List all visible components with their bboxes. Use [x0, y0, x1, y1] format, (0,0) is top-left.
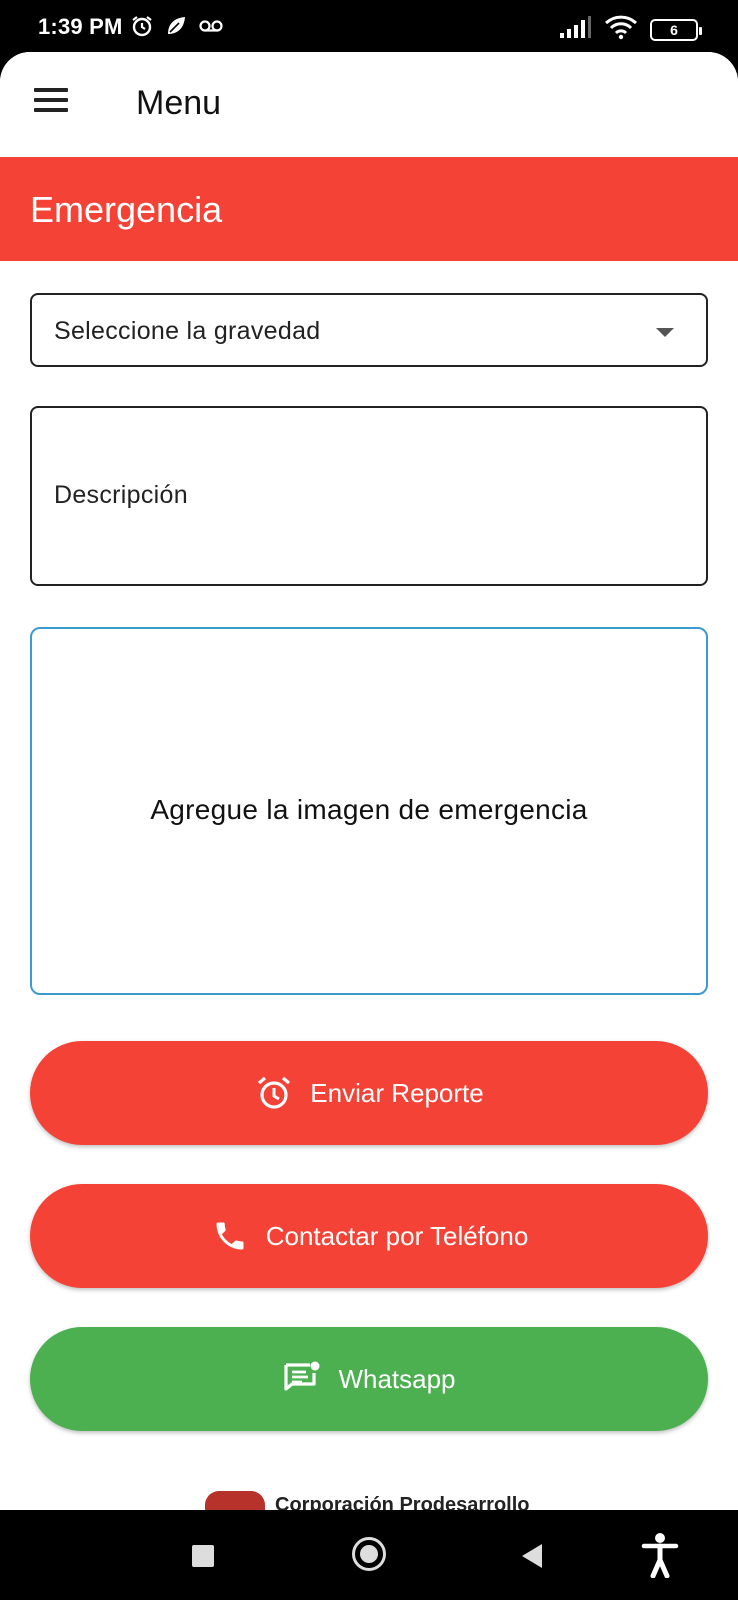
status-time: 1:39 PM [38, 14, 123, 39]
status-icons-right: 6 [558, 14, 702, 45]
battery-icon: 6 [650, 18, 702, 41]
battery-level: 6 [670, 21, 678, 38]
system-nav-bar [0, 1510, 738, 1600]
back-icon[interactable] [522, 1544, 542, 1568]
alarm-icon [130, 14, 154, 43]
home-icon[interactable] [352, 1537, 386, 1571]
image-upload-area[interactable]: Agregue la imagen de emergencia [30, 627, 708, 995]
logo-emblem [205, 1491, 265, 1510]
recent-apps-icon[interactable] [192, 1545, 214, 1567]
dropdown-arrow-icon [656, 328, 674, 337]
phone-icon [210, 1216, 250, 1256]
status-icons-left [130, 14, 224, 43]
description-field[interactable]: Descripción [30, 406, 708, 586]
contact-phone-label: Contactar por Teléfono [265, 1220, 529, 1251]
whatsapp-button[interactable]: Whatsapp [30, 1327, 708, 1431]
emergency-banner: Emergencia [0, 157, 738, 261]
app-title: Menu [136, 84, 222, 122]
severity-dropdown[interactable]: Seleccione la gravedad [30, 293, 708, 367]
leaf-icon [164, 14, 188, 43]
wifi-icon [604, 14, 638, 45]
whatsapp-label: Whatsapp [338, 1363, 456, 1394]
status-bar: 1:39 PM 6 [0, 0, 738, 52]
logo-text: Corporación Prodesarrollo [275, 1493, 530, 1511]
footer-logo: Corporación Prodesarrollo [205, 1490, 530, 1510]
alarm-clock-icon [254, 1073, 294, 1113]
banner-title: Emergencia [30, 189, 223, 230]
severity-dropdown-label: Seleccione la gravedad [54, 317, 321, 345]
contact-phone-button[interactable]: Contactar por Teléfono [30, 1184, 708, 1288]
accessibility-icon[interactable] [640, 1532, 680, 1579]
hamburger-menu-icon[interactable] [34, 88, 70, 118]
send-report-button[interactable]: Enviar Reporte [30, 1041, 708, 1145]
signal-icon [558, 15, 592, 44]
chat-message-icon [282, 1359, 322, 1399]
send-report-label: Enviar Reporte [310, 1077, 484, 1108]
app-screen: Menu Emergencia Seleccione la gravedad D… [0, 52, 738, 1510]
app-bar: Menu [0, 52, 738, 157]
description-label: Descripción [54, 481, 188, 509]
voicemail-icon [198, 14, 224, 43]
image-upload-label: Agregue la imagen de emergencia [150, 794, 588, 825]
